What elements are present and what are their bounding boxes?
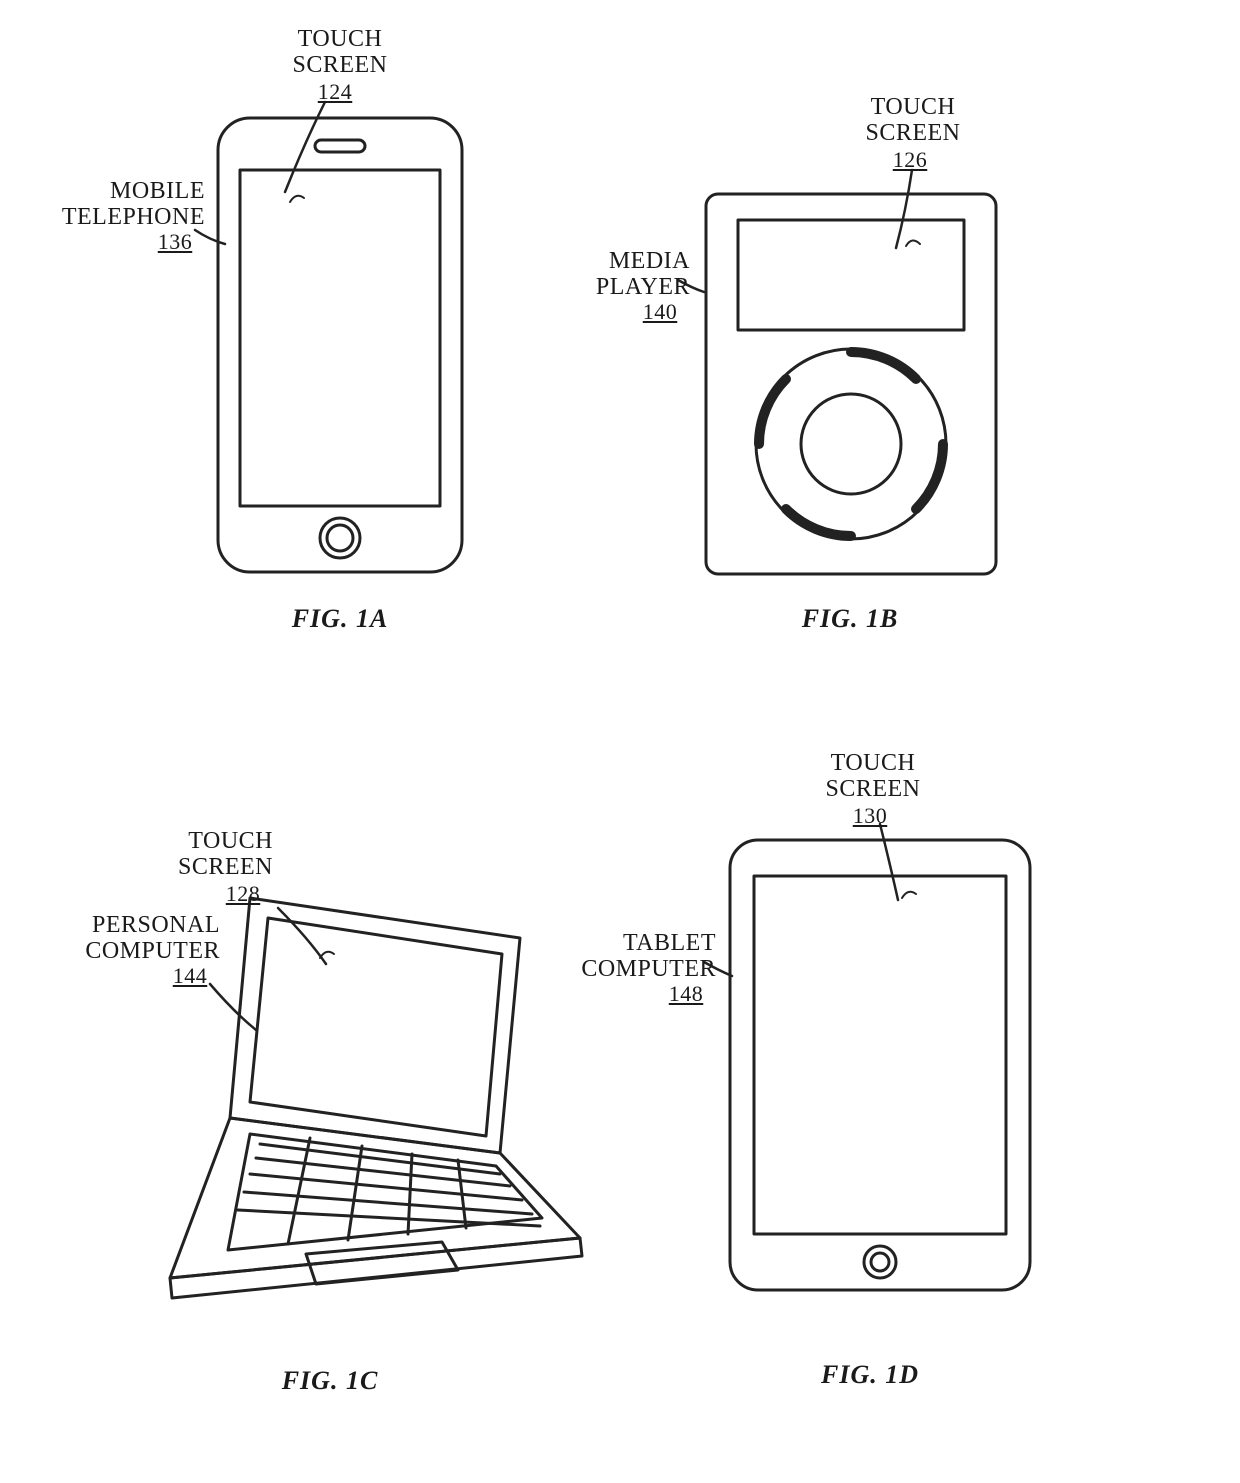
fig1b-screen-label: TOUCH SCREEN — [848, 94, 978, 147]
patent-figure-sheet: TOUCH SCREEN 124 MOBILE TELEPHONE 136 FI… — [0, 0, 1240, 1483]
fig1c-screen-label: TOUCH SCREEN — [143, 828, 273, 881]
fig1a-device-label: MOBILE TELEPHONE — [45, 178, 205, 231]
fig1d-device-ref: 148 — [656, 982, 716, 1006]
fig1c-device-label: PERSONAL COMPUTER — [50, 912, 220, 965]
fig1b-device-ref: 140 — [630, 300, 690, 324]
fig1c-caption: FIG. 1C — [260, 1366, 400, 1396]
fig1b-caption: FIG. 1B — [780, 604, 920, 634]
fig1b-screen-ref: 126 — [880, 148, 940, 172]
fig1a-screen-ref: 124 — [305, 80, 365, 104]
fig1a-device-ref: 136 — [145, 230, 205, 254]
fig1a-caption: FIG. 1A — [270, 604, 410, 634]
fig1c-screen-ref: 128 — [213, 882, 273, 906]
fig1c-device-ref: 144 — [160, 964, 220, 988]
fig1a-screen-label: TOUCH SCREEN — [275, 26, 405, 79]
fig1d-caption: FIG. 1D — [800, 1360, 940, 1390]
fig1d-screen-label: TOUCH SCREEN — [808, 750, 938, 803]
fig1d-device-label: TABLET COMPUTER — [556, 930, 716, 983]
fig1b-device-label: MEDIA PLAYER — [560, 248, 690, 301]
fig1d-screen-ref: 130 — [840, 804, 900, 828]
